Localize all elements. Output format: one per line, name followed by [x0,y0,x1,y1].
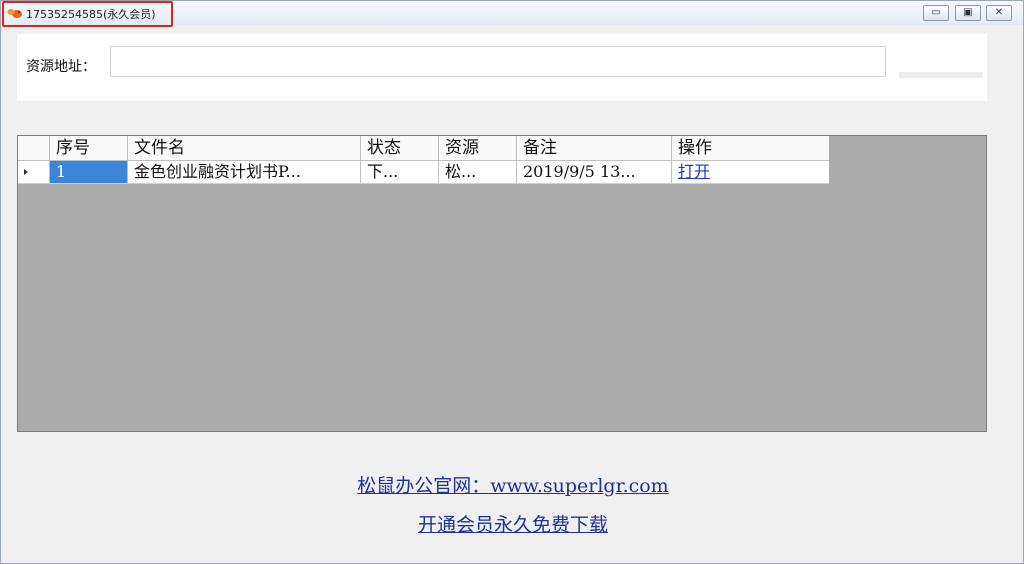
cell-status[interactable]: 下... [361,161,439,183]
minimize-icon: ▭ [931,7,941,18]
cell-note[interactable]: 2019/9/5 13... [517,161,672,183]
close-icon: ✕ [994,7,1004,18]
source-url-input[interactable] [110,46,886,77]
source-label: 资源地址： [26,59,96,75]
vip-download-link[interactable]: 开通会员永久免费下载 [1,510,1024,537]
cell-action: 打开 [672,161,829,183]
grid-header: 序号 文件名 状态 资源 备注 操作 [18,136,829,161]
column-header-seq[interactable]: 序号 [50,136,128,160]
cell-seq[interactable]: 1 [50,161,128,183]
title-bar[interactable]: 17535254585(永久会员) ▭ ▣ ✕ [1,1,1023,27]
download-grid[interactable]: 序号 文件名 状态 资源 备注 操作 1 金色创业融资计划书P... 下... … [17,135,987,432]
official-site-link[interactable]: 松鼠办公官网：www.superlgr.com [1,471,1024,498]
column-header-resource[interactable]: 资源 [439,136,517,160]
column-header-note[interactable]: 备注 [517,136,672,160]
column-header-filename[interactable]: 文件名 [128,136,361,160]
window-title: 17535254585(永久会员) [26,8,156,21]
maximize-icon: ▣ [963,7,973,18]
row-pointer-icon [24,169,28,175]
progress-strip [899,72,983,78]
row-header-corner[interactable] [18,136,50,160]
table-row[interactable]: 1 金色创业融资计划书P... 下... 松... 2019/9/5 13...… [18,161,829,184]
close-button[interactable]: ✕ [986,5,1012,21]
cell-filename[interactable]: 金色创业融资计划书P... [128,161,361,183]
cell-resource[interactable]: 松... [439,161,517,183]
row-selector[interactable] [18,161,50,183]
column-header-action[interactable]: 操作 [672,136,829,160]
open-file-link[interactable]: 打开 [678,162,710,181]
main-window: 17535254585(永久会员) ▭ ▣ ✕ 资源地址： 序号 文件名 状态 … [0,0,1024,564]
column-header-status[interactable]: 状态 [361,136,439,160]
minimize-button[interactable]: ▭ [923,5,949,21]
maximize-button[interactable]: ▣ [955,5,981,21]
squirrel-logo-icon [7,9,22,18]
